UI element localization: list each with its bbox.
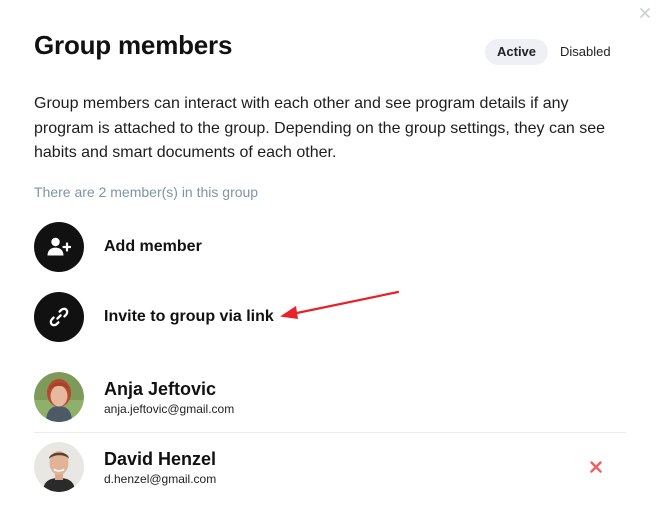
member-divider [34, 432, 626, 433]
member-avatar [34, 372, 84, 422]
link-icon [49, 307, 69, 327]
user-plus-icon [47, 237, 71, 256]
member-row: Anja Jeftovic anja.jeftovic@gmail.com [34, 366, 626, 428]
add-member-icon-circle [34, 222, 84, 272]
remove-icon [590, 461, 602, 473]
invite-via-link-button[interactable]: Invite to group via link [34, 292, 274, 342]
member-email: d.henzel@gmail.com [104, 471, 217, 486]
member-name: Anja Jeftovic [104, 378, 217, 399]
filter-disabled-tab[interactable]: Disabled [548, 39, 623, 65]
group-members-modal: Group members Active Disabled Group memb… [0, 0, 660, 531]
member-email: anja.jeftovic@gmail.com [104, 401, 235, 416]
member-count-text: There are 2 member(s) in this group [34, 184, 259, 200]
invite-via-link-label: Invite to group via link [104, 308, 274, 325]
member-name: David Henzel [104, 448, 217, 469]
close-button[interactable] [637, 5, 653, 21]
page-title: Group members [34, 30, 233, 60]
member-row: David Henzel d.henzel@gmail.com [34, 436, 626, 498]
add-member-label: Add member [104, 238, 202, 255]
annotation-arrow [280, 290, 400, 319]
invite-link-icon-circle [34, 292, 84, 342]
remove-member-button[interactable] [589, 460, 603, 474]
group-description: Group members can interact with each oth… [34, 95, 606, 161]
member-avatar [34, 442, 84, 492]
close-icon [640, 8, 650, 18]
status-filter: Active Disabled [485, 39, 623, 65]
add-member-button[interactable]: Add member [34, 222, 202, 272]
filter-active-tab[interactable]: Active [485, 39, 549, 65]
